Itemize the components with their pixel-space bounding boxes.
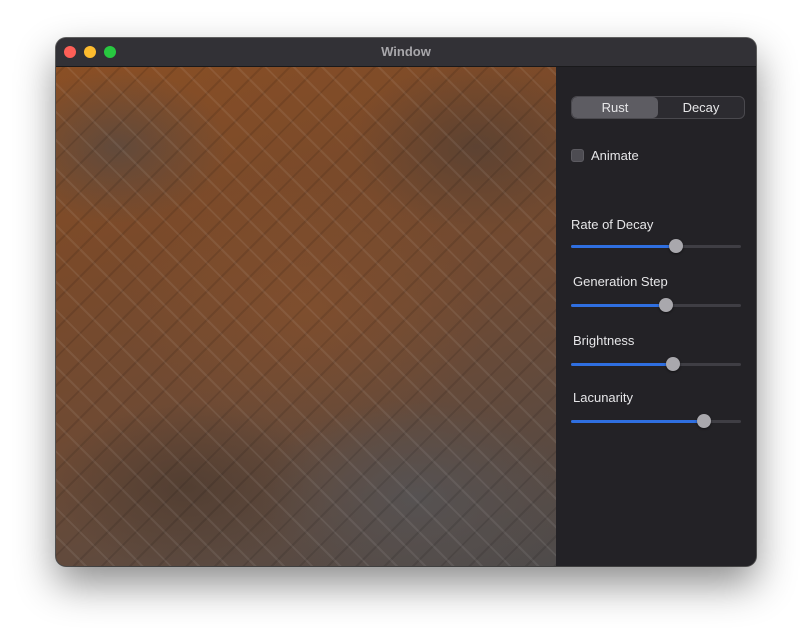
slider-fill xyxy=(571,363,673,366)
slider-thumb[interactable] xyxy=(666,357,680,371)
segment-rust[interactable]: Rust xyxy=(572,97,658,118)
app-window: Window Rust Decay Animate Rate of Decay … xyxy=(56,38,756,566)
controls-sidebar: Rust Decay Animate Rate of Decay Generat… xyxy=(556,67,756,566)
generation-step-slider[interactable] xyxy=(571,297,741,313)
generation-step-label: Generation Step xyxy=(573,274,668,289)
title-bar: Window xyxy=(56,38,756,67)
brightness-slider[interactable] xyxy=(571,356,741,372)
slider-thumb[interactable] xyxy=(669,239,684,253)
animate-checkbox[interactable] xyxy=(571,149,584,162)
lacunarity-label: Lacunarity xyxy=(573,390,633,405)
window-title: Window xyxy=(381,44,431,59)
slider-thumb[interactable] xyxy=(696,414,711,428)
slider-fill xyxy=(571,304,667,307)
segment-decay[interactable]: Decay xyxy=(658,97,744,118)
mode-segmented-control: Rust Decay xyxy=(571,96,745,119)
animate-checkbox-row[interactable]: Animate xyxy=(571,148,639,163)
slider-thumb[interactable] xyxy=(659,298,674,312)
animate-label: Animate xyxy=(591,148,639,163)
slider-fill xyxy=(571,245,677,248)
brightness-label: Brightness xyxy=(573,333,635,348)
rust-texture-canvas xyxy=(56,67,556,566)
rate-of-decay-label: Rate of Decay xyxy=(571,217,654,232)
lacunarity-slider[interactable] xyxy=(571,413,741,429)
rate-of-decay-slider[interactable] xyxy=(571,238,741,254)
slider-fill xyxy=(571,420,704,423)
